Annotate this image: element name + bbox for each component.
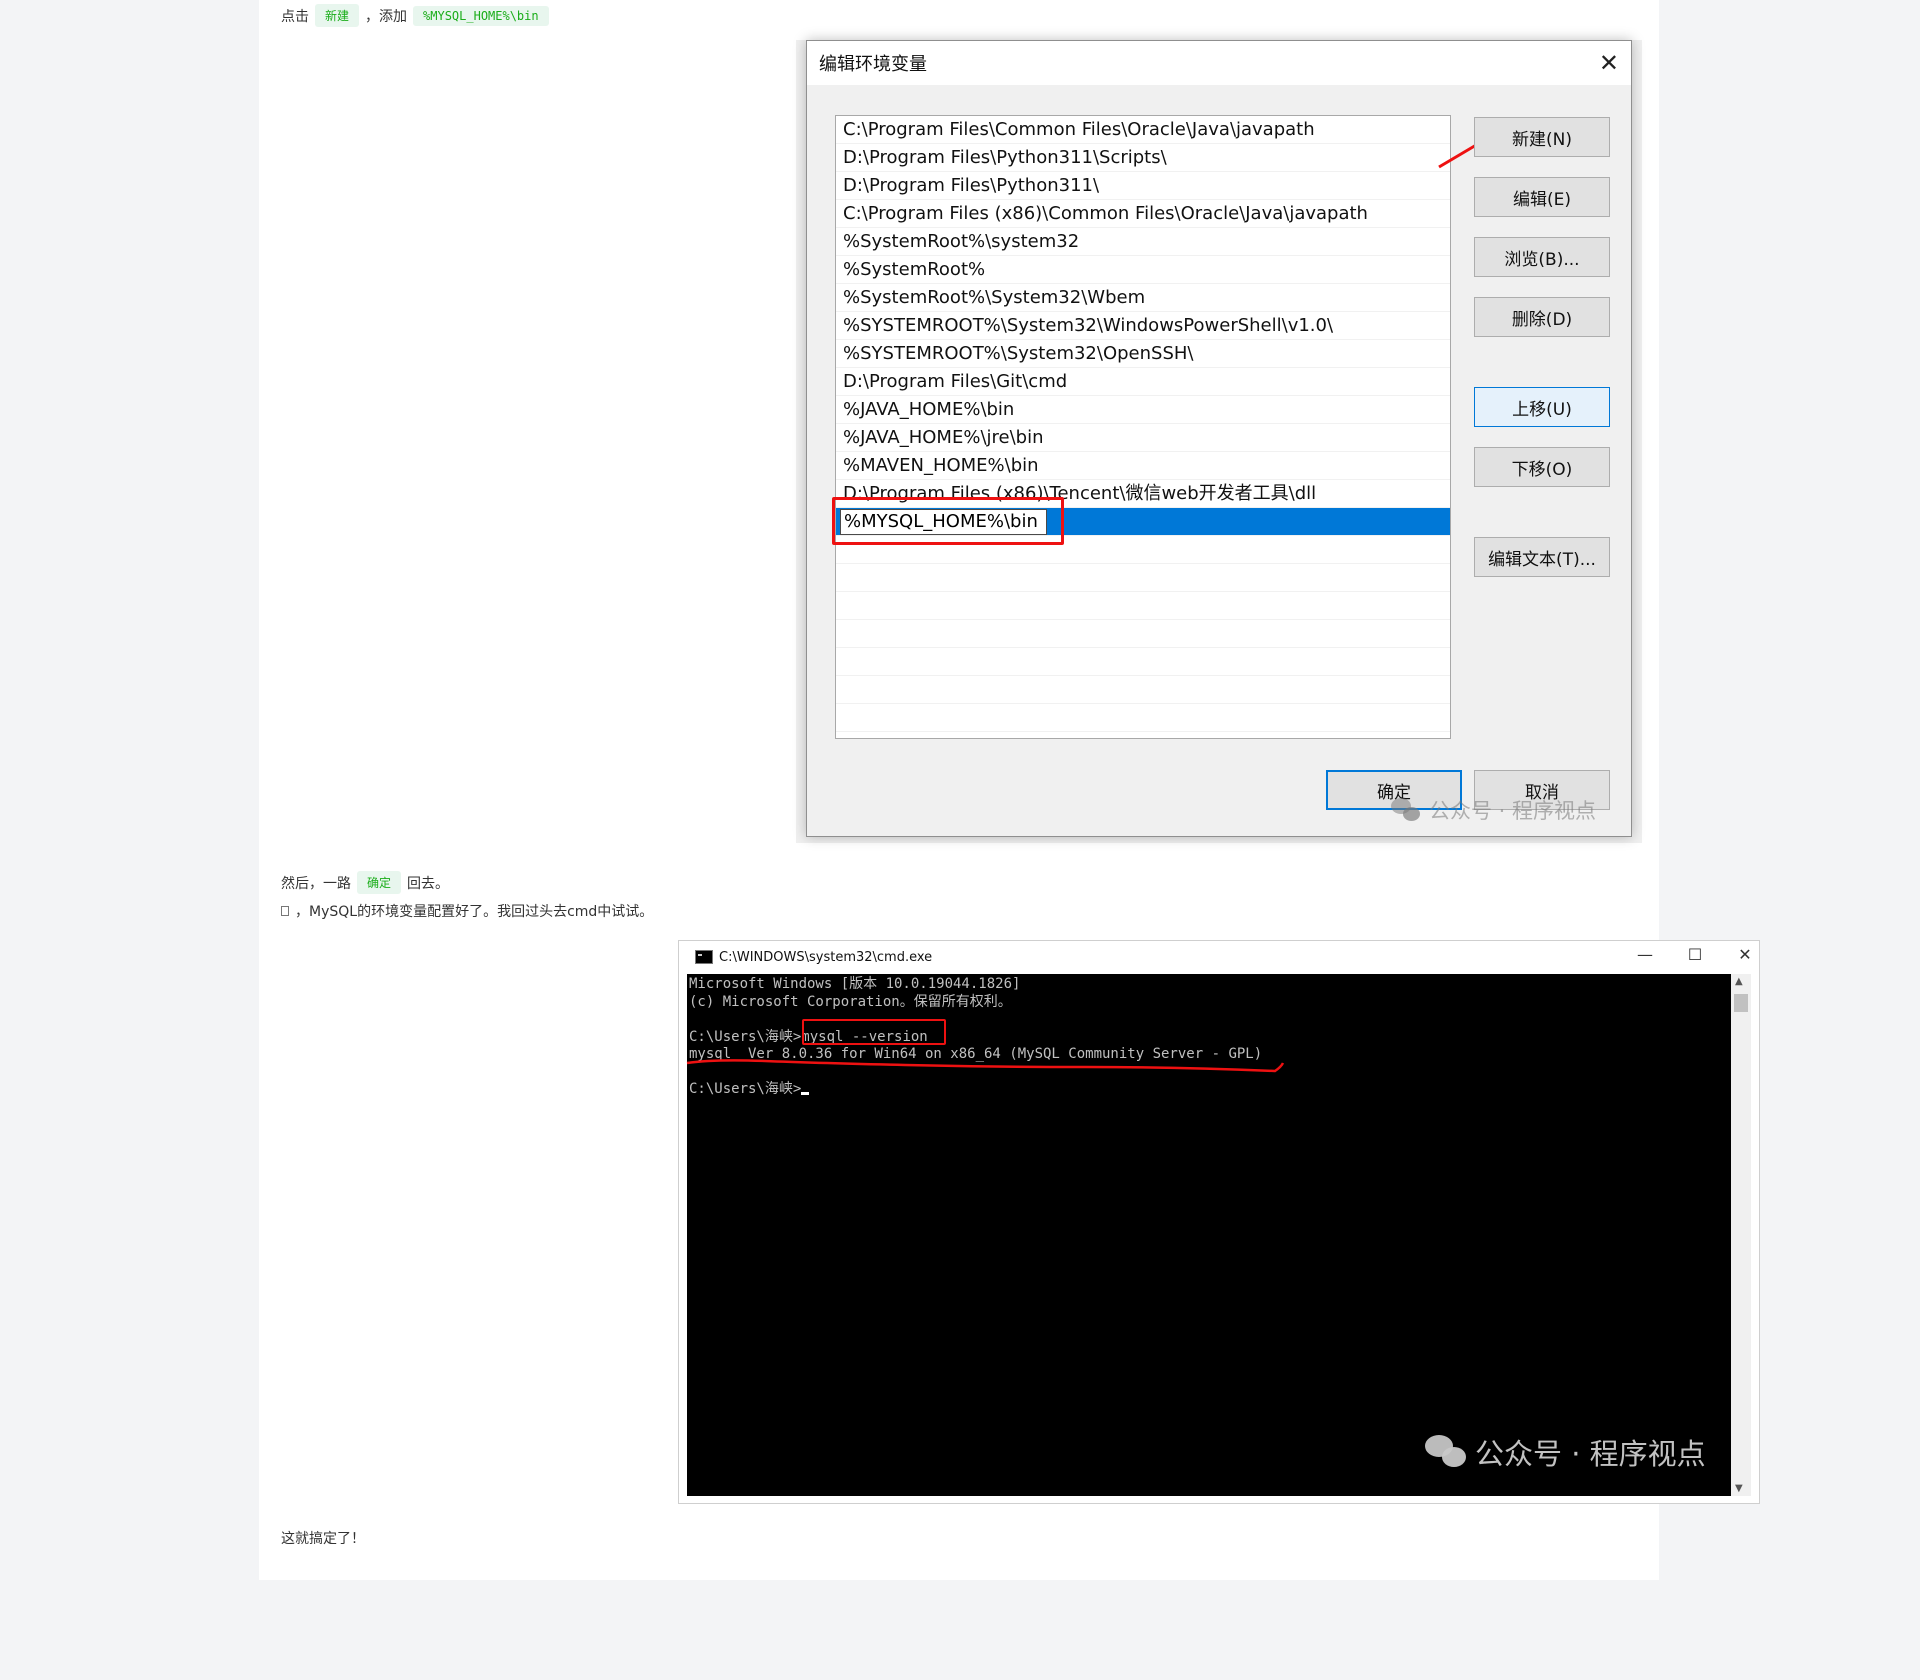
- cmd-watermark: 公众号 · 程序视点: [1425, 1431, 1706, 1473]
- mysql-path-chip: %MYSQL_HOME%\bin: [413, 5, 549, 26]
- scroll-down-icon[interactable]: ▼: [1735, 1483, 1743, 1494]
- edit-button[interactable]: 编辑(E): [1474, 177, 1610, 217]
- path-list-empty-row[interactable]: [836, 592, 1450, 620]
- edit-text-button[interactable]: 编辑文本(T)...: [1474, 537, 1610, 577]
- dialog-titlebar: 编辑环境变量 ✕: [807, 41, 1631, 85]
- step2-suffix: 回去。: [407, 875, 450, 892]
- path-list-empty-row[interactable]: [836, 648, 1450, 676]
- console-line-1: Microsoft Windows [版本 10.0.19044.1826]: [689, 976, 1021, 992]
- scroll-up-icon[interactable]: ▲: [1735, 976, 1743, 987]
- path-list-item[interactable]: C:\Program Files\Common Files\Oracle\Jav…: [836, 116, 1450, 144]
- console-line-2: (c) Microsoft Corporation。保留所有权利。: [689, 993, 1012, 1010]
- ok-chip: 确定: [357, 871, 402, 894]
- path-list[interactable]: C:\Program Files\Common Files\Oracle\Jav…: [835, 115, 1451, 739]
- console-prompt-1: C:\Users\海峡>: [689, 1028, 802, 1045]
- close-icon[interactable]: ✕: [1725, 945, 1765, 964]
- browse-button-label: 浏览(B)...: [1504, 249, 1580, 270]
- path-list-item-selected[interactable]: %MYSQL_HOME%\bin: [836, 508, 1450, 536]
- path-list-item[interactable]: D:\Program Files\Python311\: [836, 172, 1450, 200]
- cmd-icon: [695, 950, 713, 964]
- path-list-item[interactable]: %JAVA_HOME%\jre\bin: [836, 424, 1450, 452]
- wechat-icon: [1391, 798, 1421, 822]
- move-up-button-label: 上移(U): [1512, 399, 1572, 420]
- delete-button[interactable]: 删除(D): [1474, 297, 1610, 337]
- path-edit-input[interactable]: %MYSQL_HOME%\bin: [840, 509, 1047, 535]
- path-list-empty-row[interactable]: [836, 620, 1450, 648]
- delete-button-label: 删除(D): [1511, 309, 1573, 330]
- step3-paragraph: ，MySQL的环境变量配置好了。我回过头去cmd中试试。: [281, 901, 653, 921]
- new-button-label: 新建(N): [1512, 129, 1572, 150]
- wechat-icon: [1425, 1435, 1467, 1469]
- path-list-item[interactable]: D:\Program Files\Git\cmd: [836, 368, 1450, 396]
- path-list-item[interactable]: %SystemRoot%: [836, 256, 1450, 284]
- path-list-item[interactable]: %SystemRoot%\system32: [836, 228, 1450, 256]
- step3-text: ，MySQL的环境变量配置好了。我回过头去cmd中试试。: [295, 904, 654, 920]
- minimize-icon[interactable]: —: [1625, 945, 1665, 964]
- cmd-titlebar: C:\WINDOWS\system32\cmd.exe: [679, 941, 1759, 973]
- console-command: mysql --version: [801, 1028, 928, 1045]
- step1-paragraph: 点击 新建 ，添加 %MYSQL_HOME%\bin: [281, 4, 549, 27]
- missing-glyph-icon: [281, 906, 289, 916]
- path-list-empty-row[interactable]: [836, 704, 1450, 732]
- red-underline: [686, 1059, 1285, 1073]
- console-cursor: [801, 1092, 810, 1095]
- step4-paragraph: 这就搞定了！: [281, 1528, 365, 1548]
- dialog-watermark-text: 公众号 · 程序视点: [1429, 799, 1597, 823]
- path-list-item[interactable]: %MAVEN_HOME%\bin: [836, 452, 1450, 480]
- article-body: 点击 新建 ，添加 %MYSQL_HOME%\bin 编辑环境变量 ✕ C:\P…: [259, 0, 1760, 1580]
- move-down-button-label: 下移(O): [1511, 459, 1573, 480]
- dialog-watermark: 公众号 · 程序视点: [1391, 795, 1596, 825]
- console-prompt-2: C:\Users\海峡>: [689, 1081, 802, 1097]
- path-list-empty-row[interactable]: [836, 676, 1450, 704]
- path-list-item[interactable]: %SystemRoot%\System32\Wbem: [836, 284, 1450, 312]
- step2-paragraph: 然后，一路 确定 回去。: [281, 871, 449, 894]
- env-dialog-screenshot: 编辑环境变量 ✕ C:\Program Files\Common Files\O…: [796, 40, 1642, 843]
- step2-prefix: 然后，一路: [281, 875, 351, 892]
- new-chip: 新建: [315, 4, 360, 27]
- path-list-empty-row[interactable]: [836, 536, 1450, 564]
- move-up-button[interactable]: 上移(U): [1474, 387, 1610, 427]
- close-icon[interactable]: ✕: [1599, 51, 1619, 75]
- cmd-watermark-text: 公众号 · 程序视点: [1475, 1437, 1706, 1471]
- cmd-window-screenshot: C:\WINDOWS\system32\cmd.exe — ☐ ✕ Micros…: [678, 940, 1760, 1504]
- maximize-icon[interactable]: ☐: [1675, 945, 1715, 964]
- path-list-item[interactable]: D:\Program Files\Python311\Scripts\: [836, 144, 1450, 172]
- browse-button[interactable]: 浏览(B)...: [1474, 237, 1610, 277]
- path-list-item[interactable]: C:\Program Files (x86)\Common Files\Orac…: [836, 200, 1450, 228]
- edit-button-label: 编辑(E): [1512, 189, 1571, 210]
- scroll-thumb[interactable]: [1734, 994, 1748, 1012]
- new-button[interactable]: 新建(N): [1474, 117, 1610, 157]
- path-list-item[interactable]: %SYSTEMROOT%\System32\OpenSSH\: [836, 340, 1450, 368]
- path-list-item[interactable]: %JAVA_HOME%\bin: [836, 396, 1450, 424]
- path-list-item[interactable]: D:\Program Files (x86)\Tencent\微信web开发者工…: [836, 480, 1450, 508]
- path-list-empty-row[interactable]: [836, 564, 1450, 592]
- console-scrollbar[interactable]: ▲ ▼: [1731, 974, 1751, 1496]
- path-list-item[interactable]: %SYSTEMROOT%\System32\WindowsPowerShell\…: [836, 312, 1450, 340]
- step1-prefix: 点击: [281, 8, 309, 25]
- dialog-title: 编辑环境变量: [819, 54, 927, 75]
- move-down-button[interactable]: 下移(O): [1474, 447, 1610, 487]
- step4-text: 这就搞定了！: [281, 1531, 365, 1547]
- edit-env-dialog: 编辑环境变量 ✕ C:\Program Files\Common Files\O…: [806, 40, 1632, 837]
- edit-text-button-label: 编辑文本(T)...: [1488, 549, 1596, 570]
- step1-middle: ，添加: [365, 8, 408, 25]
- cmd-title: C:\WINDOWS\system32\cmd.exe: [719, 949, 933, 965]
